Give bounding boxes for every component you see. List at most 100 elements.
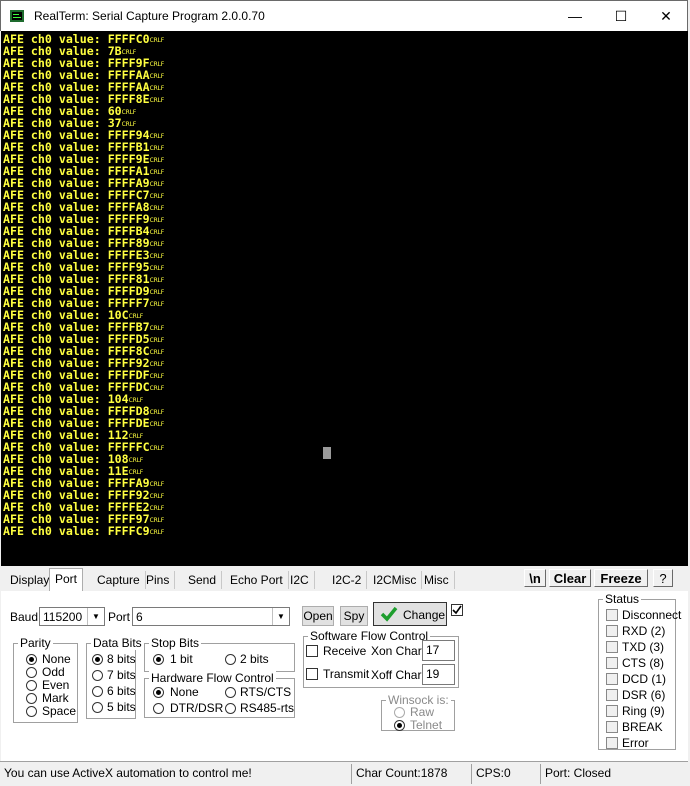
tab-pins[interactable]: Pins (141, 571, 176, 589)
crlf-marker: CRLF (149, 505, 165, 512)
maximize-button[interactable]: ☐ (598, 1, 644, 31)
terminal-line-prefix: AFE ch0 value: (3, 500, 108, 514)
close-button[interactable]: ✕ (643, 1, 689, 31)
tab-display[interactable]: Display (5, 571, 56, 589)
help-button[interactable]: ? (653, 569, 673, 587)
freeze-button[interactable]: Freeze (594, 569, 648, 587)
data-bits-7-radio[interactable] (92, 670, 103, 681)
winsock-telnet-radio[interactable] (394, 720, 405, 731)
port-select[interactable]: 6 ▼ (132, 607, 290, 626)
xon-input[interactable]: 17 (422, 640, 455, 661)
crlf-marker: CRLF (149, 133, 165, 140)
winsock-raw-radio[interactable] (394, 707, 405, 718)
winsock-telnet-label: Telnet (410, 718, 443, 732)
status-indicator (606, 657, 618, 669)
crlf-marker: CRLF (149, 373, 165, 380)
terminal-line-prefix: AFE ch0 value: (3, 224, 108, 238)
terminal-line: AFE ch0 value: FFFF95CRLF (3, 261, 164, 273)
terminal-line: AFE ch0 value: FFFF9FCRLF (3, 57, 164, 69)
terminal-line: AFE ch0 value: 112CRLF (3, 429, 143, 441)
terminal-line-prefix: AFE ch0 value: (3, 236, 108, 250)
tab-echo-port[interactable]: Echo Port (225, 571, 289, 589)
terminal-line-prefix: AFE ch0 value: (3, 380, 108, 394)
newline-button[interactable]: \n (524, 569, 546, 587)
crlf-marker: CRLF (149, 529, 165, 536)
terminal-line: AFE ch0 value: 10CCRLF (3, 309, 143, 321)
tab-i2c-2[interactable]: I2C-2 (327, 571, 368, 589)
tab-i2c[interactable]: I2C (285, 571, 315, 589)
stop-bits-title: Stop Bits (149, 636, 202, 650)
terminal-output[interactable]: AFE ch0 value: FFFFC9CRLF AFE ch0 value: … (1, 31, 688, 566)
terminal-line-prefix: AFE ch0 value: (3, 152, 108, 166)
crlf-marker: CRLF (149, 217, 165, 224)
data-bits-group: Data Bits 8 bits 7 bits 6 bits 5 bits (86, 636, 144, 719)
tab-capture[interactable]: Capture (92, 571, 146, 589)
terminal-line-value: 104 (107, 392, 129, 406)
status-indicator (606, 737, 618, 749)
crlf-marker: CRLF (149, 421, 165, 428)
winsock-raw-label: Raw (410, 705, 435, 719)
terminal-line: AFE ch0 value: FFFF8ECRLF (3, 93, 164, 105)
crlf-marker: CRLF (149, 61, 165, 68)
terminal-line: AFE ch0 value: FFFF81CRLF (3, 273, 164, 285)
spy-button[interactable]: Spy (340, 606, 368, 626)
change-button[interactable]: Change (373, 602, 447, 626)
status-title: Status (603, 592, 642, 606)
terminal-line: AFE ch0 value: FFFFAACRLF (3, 69, 164, 81)
status-item-label: DCD (1) (622, 672, 666, 686)
terminal-line-prefix: AFE ch0 value: (3, 32, 108, 46)
receive-checkbox[interactable] (306, 645, 318, 657)
terminal-line-prefix: AFE ch0 value: (3, 464, 108, 478)
terminal-line: AFE ch0 value: FFFF89CRLF (3, 237, 164, 249)
hw-flow-none-label: None (170, 685, 199, 699)
hw-flow-rtscts-radio[interactable] (225, 687, 236, 698)
hw-flow-rs485-radio[interactable] (225, 703, 236, 714)
parity-space-radio[interactable] (26, 706, 37, 717)
transmit-label: Transmit (323, 667, 370, 681)
crlf-marker: CRLF (149, 301, 165, 308)
stop-bits-1-radio[interactable] (153, 654, 164, 665)
minimize-button[interactable]: — (552, 1, 598, 31)
terminal-line: AFE ch0 value: FFFF92CRLF (3, 489, 164, 501)
crlf-marker: CRLF (149, 205, 165, 212)
status-separator (351, 764, 352, 784)
status-indicator (606, 689, 618, 701)
open-button[interactable]: Open (302, 606, 334, 626)
terminal-line: AFE ch0 value: FFFFB7CRLF (3, 321, 164, 333)
parity-group: Parity None Odd Even Mark Space (13, 636, 78, 723)
parity-none-radio[interactable] (26, 654, 37, 665)
terminal-line: AFE ch0 value: FFFFE2CRLF (3, 501, 164, 513)
app-icon (10, 10, 24, 22)
tab-port[interactable]: Port (49, 568, 84, 591)
tab-i2cmisc[interactable]: I2CMisc (368, 571, 423, 589)
data-bits-5-radio[interactable] (92, 702, 103, 713)
parity-odd-radio[interactable] (26, 667, 37, 678)
status-item-label: Ring (9) (622, 704, 665, 718)
stop-bits-2-radio[interactable] (225, 654, 236, 665)
hw-flow-dtrdsr-radio[interactable] (153, 703, 164, 714)
terminal-line-value: FFFFDF (107, 368, 150, 382)
transmit-checkbox[interactable] (306, 668, 318, 680)
data-bits-6-radio[interactable] (92, 686, 103, 697)
tab-send[interactable]: Send (183, 571, 223, 589)
hw-flow-none-radio[interactable] (153, 687, 164, 698)
status-group: Status Disconnect RXD (2) TXD (3) CTS (8) DC… (598, 592, 681, 750)
terminal-line-value: FFFFAA (107, 68, 150, 82)
parity-even-radio[interactable] (26, 680, 37, 691)
data-bits-8-radio[interactable] (92, 654, 103, 665)
tab-misc[interactable]: Misc (419, 571, 455, 589)
chevron-down-icon[interactable]: ▼ (87, 608, 104, 625)
status-indicator (606, 705, 618, 717)
terminal-line-value: FFFFAA (107, 80, 150, 94)
clear-button[interactable]: Clear (549, 569, 591, 587)
xoff-input[interactable]: 19 (422, 664, 455, 685)
change-checkbox[interactable] (451, 604, 463, 616)
parity-mark-radio[interactable] (26, 693, 37, 704)
crlf-marker: CRLF (149, 361, 165, 368)
baud-select[interactable]: 115200 ▼ (39, 607, 105, 626)
terminal-line-prefix: AFE ch0 value: (3, 404, 108, 418)
crlf-marker: CRLF (149, 181, 165, 188)
terminal-line-prefix: AFE ch0 value: (3, 488, 108, 502)
terminal-line: AFE ch0 value: 60CRLF (3, 105, 136, 117)
chevron-down-icon[interactable]: ▼ (272, 608, 289, 625)
